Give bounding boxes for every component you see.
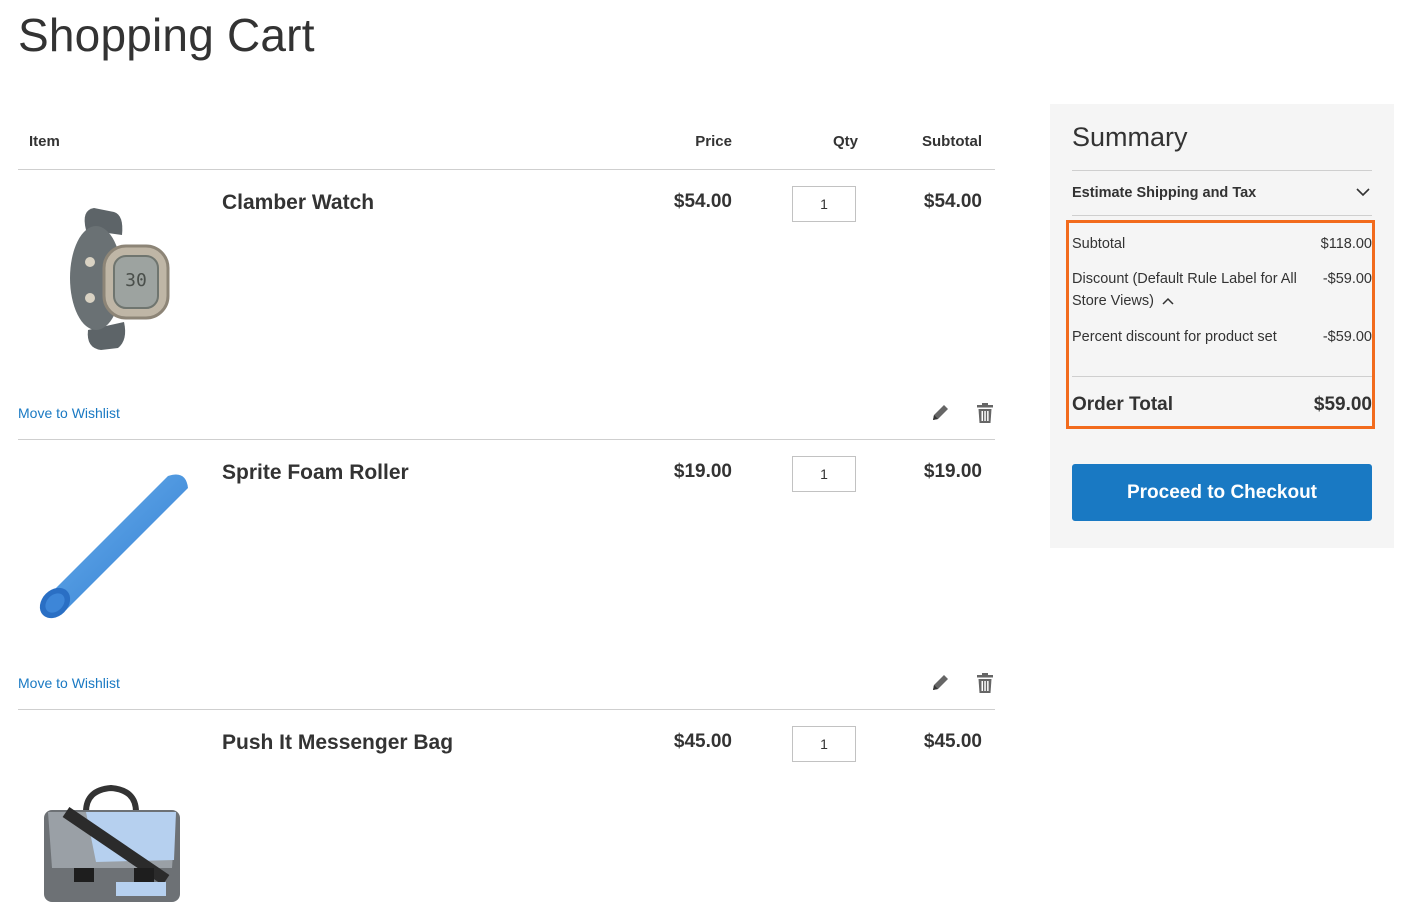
divider <box>1072 215 1372 216</box>
subtotal-value: $118.00 <box>1320 236 1372 252</box>
pencil-icon[interactable] <box>929 402 951 424</box>
product-price: $19.00 <box>673 461 732 482</box>
order-total-label: Order Total <box>1072 394 1173 415</box>
summary-title: Summary <box>1072 122 1188 152</box>
product-price: $45.00 <box>673 731 732 752</box>
percent-discount-value: -$59.00 <box>1322 329 1372 345</box>
discount-value: -$59.00 <box>1322 271 1372 287</box>
trash-icon[interactable] <box>974 402 996 424</box>
cart-table: Item Price Qty Subtotal 30 Clamber Watch… <box>18 124 995 902</box>
product-subtotal: $54.00 <box>923 191 982 212</box>
move-to-wishlist-link[interactable]: Move to Wishlist <box>18 675 120 691</box>
move-to-wishlist-link[interactable]: Move to Wishlist <box>18 405 120 421</box>
estimate-shipping-toggle[interactable]: Estimate Shipping and Tax <box>1072 171 1372 215</box>
qty-input[interactable] <box>792 456 856 492</box>
trash-icon[interactable] <box>974 672 996 694</box>
header-qty: Qty <box>832 133 858 150</box>
qty-input[interactable] <box>792 186 856 222</box>
product-price: $54.00 <box>673 191 732 212</box>
product-name[interactable]: Clamber Watch <box>222 191 374 215</box>
product-subtotal: $19.00 <box>923 461 982 482</box>
header-subtotal: Subtotal <box>922 133 982 150</box>
watch-image[interactable]: 30 <box>26 190 196 360</box>
header-price: Price <box>695 133 732 150</box>
subtotal-label: Subtotal <box>1072 236 1126 252</box>
chevron-down-icon <box>1356 188 1370 197</box>
cart-row: Push It Messenger Bag $45.00 $45.00 <box>18 710 995 902</box>
cart-header: Item Price Qty Subtotal <box>18 124 995 170</box>
product-name[interactable]: Push It Messenger Bag <box>222 731 453 755</box>
svg-text:30: 30 <box>125 270 147 291</box>
divider <box>1072 376 1372 377</box>
order-summary: Summary Estimate Shipping and Tax Subtot… <box>1050 104 1394 548</box>
chevron-up-icon[interactable] <box>1162 296 1174 306</box>
page-title: Shopping Cart <box>18 9 315 61</box>
proceed-to-checkout-button[interactable]: Proceed to Checkout <box>1072 464 1372 521</box>
pencil-icon[interactable] <box>929 672 951 694</box>
order-total-value: $59.00 <box>1313 394 1372 415</box>
estimate-shipping-label: Estimate Shipping and Tax <box>1072 185 1257 201</box>
product-subtotal: $45.00 <box>923 731 982 752</box>
header-item: Item <box>29 133 60 150</box>
qty-input[interactable] <box>792 726 856 762</box>
product-name[interactable]: Sprite Foam Roller <box>222 461 409 485</box>
discount-label: Discount (Default Rule Label for All Sto… <box>1072 271 1297 309</box>
foam-roller-image[interactable] <box>26 460 196 630</box>
messenger-bag-image[interactable] <box>26 750 196 920</box>
cart-row: 30 Clamber Watch $54.00 $54.00 Move to W… <box>18 170 995 440</box>
percent-discount-label: Percent discount for product set <box>1072 329 1277 345</box>
discount-label-wrap: Discount (Default Rule Label for All Sto… <box>1072 268 1307 312</box>
cart-row: Sprite Foam Roller $19.00 $19.00 Move to… <box>18 440 995 710</box>
